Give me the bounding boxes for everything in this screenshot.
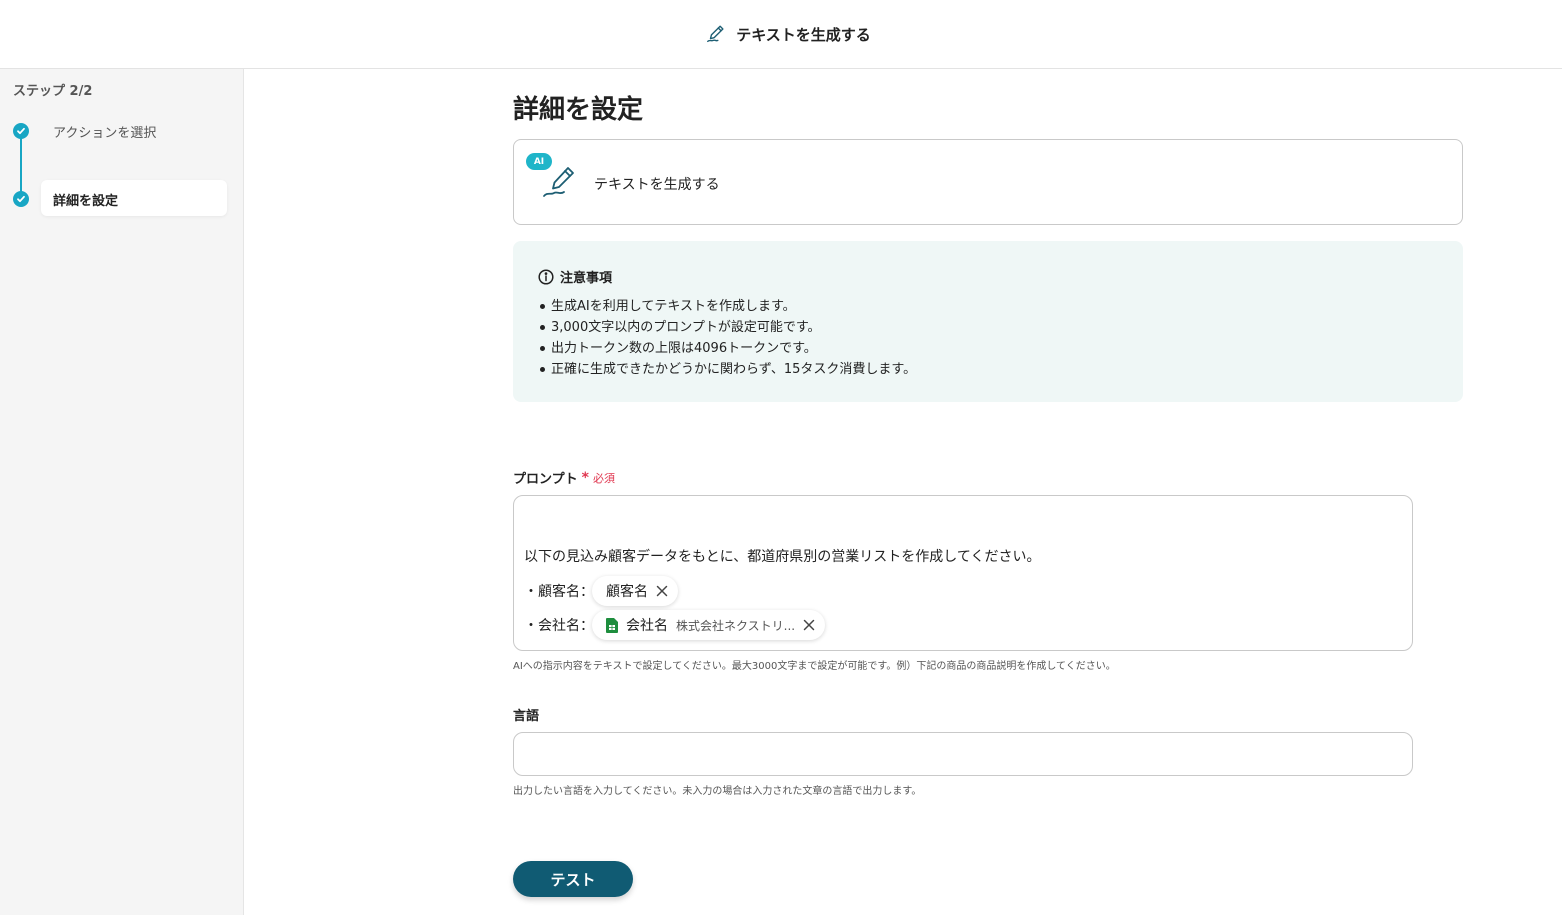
sidebar-step-configure-details[interactable]: 詳細を設定 bbox=[41, 180, 227, 216]
sidebar-step-label: 詳細を設定 bbox=[53, 194, 119, 209]
language-help-text: 出力したい言語を入力してください。未入力の場合は入力された文章の言語で出力します… bbox=[513, 786, 922, 797]
header-title: テキストを生成する bbox=[736, 25, 871, 44]
required-mark: * bbox=[581, 469, 589, 486]
step-count: ステップ 2/2 bbox=[13, 84, 93, 99]
test-button[interactable]: テスト bbox=[513, 861, 633, 897]
language-input[interactable] bbox=[513, 732, 1413, 776]
notice-item: 出力トークン数の上限は4096トークンです。 bbox=[539, 338, 916, 359]
info-icon bbox=[538, 268, 554, 285]
pen-write-icon bbox=[543, 167, 574, 197]
notice-item: 生成AIを利用してテキストを作成します。 bbox=[539, 296, 916, 317]
close-icon[interactable] bbox=[803, 619, 815, 631]
action-label: テキストを生成する bbox=[594, 177, 720, 193]
page-title: 詳細を設定 bbox=[513, 95, 644, 125]
language-label-text: 言語 bbox=[513, 709, 540, 724]
header-title-group: テキストを生成する bbox=[705, 23, 871, 45]
language-label: 言語 bbox=[513, 705, 539, 724]
prompt-row-company: ・会社名： 会社名 株式会社ネクストリ... bbox=[524, 610, 826, 640]
step-sidebar: ステップ 2/2 アクションを選択 詳細を設定 bbox=[0, 69, 244, 915]
customer-name-chip[interactable]: 顧客名 bbox=[592, 576, 678, 606]
prompt-label: プロンプト * 必須 bbox=[513, 468, 615, 488]
step-1-check-icon bbox=[13, 123, 29, 139]
step-2-check-icon bbox=[13, 191, 29, 207]
prompt-label-text: プロンプト bbox=[513, 472, 578, 487]
notice-box: 注意事項 生成AIを利用してテキストを作成します。 3,000文字以内のプロンプ… bbox=[513, 241, 1463, 402]
chip-label: 顧客名 bbox=[606, 584, 648, 600]
close-icon[interactable] bbox=[656, 585, 668, 597]
prompt-editor[interactable]: 以下の見込み顧客データをもとに、都道府県別の営業リストを作成してください。 ・顧… bbox=[513, 495, 1413, 651]
top-bar: テキストを生成する bbox=[0, 0, 1562, 69]
prompt-row-customer: ・顧客名： 顧客名 bbox=[524, 576, 678, 606]
notice-list: 生成AIを利用してテキストを作成します。 3,000文字以内のプロンプトが設定可… bbox=[539, 296, 916, 380]
notice-title: 注意事項 bbox=[560, 271, 613, 286]
notice-header: 注意事項 bbox=[538, 267, 612, 286]
chip-value-preview: 株式会社ネクストリ... bbox=[676, 618, 796, 633]
company-name-label: ・会社名： bbox=[524, 618, 594, 634]
action-card: AI テキストを生成する bbox=[513, 139, 1463, 225]
chip-label: 会社名 bbox=[626, 618, 668, 634]
required-text: 必須 bbox=[592, 471, 615, 485]
company-name-chip[interactable]: 会社名 株式会社ネクストリ... bbox=[592, 610, 826, 640]
customer-name-label: ・顧客名： bbox=[524, 584, 594, 600]
prompt-help-text: AIへの指示内容をテキストで設定してください。最大3000文字まで設定が可能です… bbox=[513, 661, 1116, 672]
google-sheets-icon bbox=[606, 617, 618, 633]
notice-item: 3,000文字以内のプロンプトが設定可能です。 bbox=[539, 317, 916, 338]
sidebar-step-select-action[interactable]: アクションを選択 bbox=[53, 122, 156, 141]
step-connector-line bbox=[20, 131, 22, 199]
pen-write-icon bbox=[707, 25, 724, 43]
prompt-text-line: 以下の見込み顧客データをもとに、都道府県別の営業リストを作成してください。 bbox=[524, 549, 1041, 565]
notice-item: 正確に生成できたかどうかに関わらず、15タスク消費します。 bbox=[539, 359, 916, 380]
